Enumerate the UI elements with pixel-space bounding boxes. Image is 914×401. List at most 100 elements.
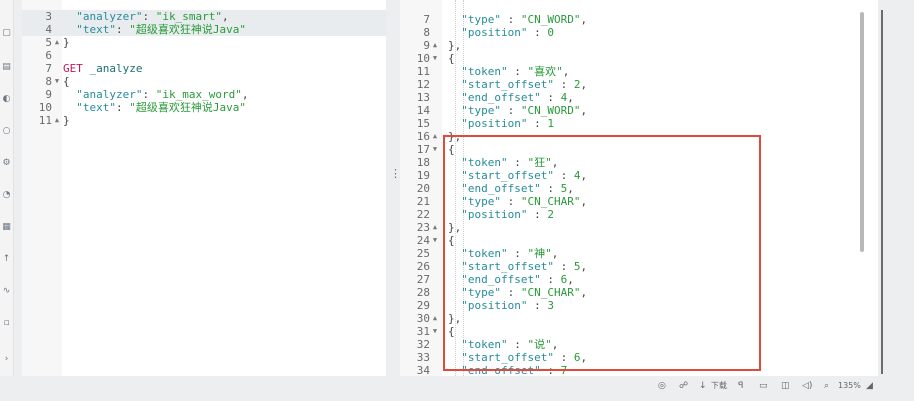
code-line[interactable]: 18 "token" : "狂", — [400, 156, 878, 169]
code-line[interactable]: 28 "type" : "CN_CHAR", — [400, 286, 878, 299]
zoom-level[interactable]: 135% — [838, 379, 861, 393]
response-viewer[interactable]: 7 "type" : "CN_WORD", 8 "position" : 0 9 ▲}… — [400, 0, 878, 376]
code-line[interactable]: 19 "start_offset" : 4, — [400, 169, 878, 182]
code-line[interactable]: 16 ▲}, — [400, 130, 878, 143]
code-token: , — [580, 104, 588, 117]
fold-toggle-icon[interactable]: ▲ — [431, 39, 439, 52]
line-number: 19 — [416, 169, 430, 182]
code-token: : — [116, 23, 130, 36]
sidebar-icon[interactable]: ◔ — [1, 190, 12, 200]
code-line[interactable]: 11 ▲} — [22, 114, 386, 127]
code-line[interactable]: 6 — [22, 49, 386, 62]
code-line[interactable]: 11 "token" : "喜欢", — [400, 65, 878, 78]
code-line[interactable]: 13 "end_offset" : 4, — [400, 91, 878, 104]
sidebar-icon[interactable]: ▫ — [1, 318, 12, 328]
code-token: }, — [448, 221, 462, 234]
fold-toggle-icon[interactable]: ▲ — [431, 221, 439, 234]
expand-arrow-icon[interactable]: › — [1, 354, 12, 364]
code-token: "text" — [76, 101, 116, 114]
fold-toggle-icon[interactable]: ▲ — [431, 312, 439, 325]
code-line[interactable]: 15 "position" : 1 — [400, 117, 878, 130]
code-token: , — [580, 351, 588, 364]
sidebar-icon[interactable]: ↑ — [1, 254, 12, 264]
line-number: 28 — [416, 286, 430, 299]
sidebar-icon[interactable]: ▢ — [1, 28, 12, 38]
fold-toggle-icon[interactable]: ▲ — [53, 36, 61, 49]
code-line[interactable]: 8 "position" : 0 — [400, 26, 878, 39]
code-line[interactable]: 23 ▲}, — [400, 221, 878, 234]
code-line[interactable]: 5 ▲} — [22, 36, 386, 49]
code-line[interactable]: 24 ▼ { — [400, 234, 878, 247]
sidebar-icon[interactable]: ⚙ — [1, 158, 12, 168]
code-line[interactable]: 21 "type" : "CN_CHAR", — [400, 195, 878, 208]
code-token: 2 — [547, 208, 554, 221]
code-token: : — [553, 351, 574, 364]
download-label[interactable]: 下载 — [711, 379, 727, 393]
fold-toggle-icon[interactable]: ▼ — [53, 75, 61, 88]
pip-icon[interactable]: ◫ — [781, 379, 790, 393]
code-line[interactable]: 32 "token" : "说", — [400, 338, 878, 351]
fold-toggle-icon[interactable]: ▲ — [53, 114, 61, 127]
code-token: : — [142, 10, 156, 23]
fold-toggle-icon[interactable]: ▼ — [431, 234, 439, 247]
code-text: "token" : "狂", — [448, 156, 558, 169]
code-line[interactable]: 17 ▼ { — [400, 143, 878, 156]
code-line[interactable]: 20 "end_offset" : 5, — [400, 182, 878, 195]
code-token: 0 — [547, 26, 554, 39]
sidebar-icon[interactable]: ▦ — [1, 222, 12, 232]
code-line[interactable]: 26 "start_offset" : 5, — [400, 260, 878, 273]
subtitle-icon[interactable]: ꟼ — [738, 379, 743, 393]
code-line[interactable]: 3 "analyzer": "ik_smart", — [22, 10, 386, 23]
code-token: : — [527, 117, 548, 130]
sidebar-icon[interactable]: ◐ — [1, 94, 12, 104]
response-scrollbar[interactable] — [860, 12, 864, 252]
sidebar-icon[interactable]: ▤ — [1, 62, 12, 72]
pane-splitter[interactable] — [386, 0, 400, 376]
code-line[interactable]: 7 GET _analyze — [22, 62, 386, 75]
code-line[interactable]: 31 ▼ { — [400, 325, 878, 338]
code-line[interactable]: 30 ▲}, — [400, 312, 878, 325]
fold-toggle-icon[interactable]: ▼ — [431, 52, 439, 65]
window-icon[interactable]: ▭ — [759, 379, 768, 393]
code-line[interactable]: 29 "position" : 3 — [400, 299, 878, 312]
fold-toggle-icon[interactable]: ▲ — [431, 130, 439, 143]
code-line[interactable]: 22 "position" : 2 — [400, 208, 878, 221]
resize-handle-icon[interactable]: ◢ — [866, 379, 873, 393]
code-line[interactable]: 7 "type" : "CN_WORD", — [400, 13, 878, 26]
code-token: , — [567, 182, 574, 195]
fold-toggle-icon[interactable]: ▼ — [431, 325, 439, 338]
code-line[interactable]: 10 "text": "超级喜欢狂神说Java" — [22, 101, 386, 114]
screenshot-icon[interactable]: ◎ — [658, 379, 666, 393]
request-editor[interactable]: 3 "analyzer": "ik_smart", 4 "text": "超级喜欢… — [22, 0, 386, 376]
fold-toggle-icon[interactable]: ▼ — [431, 143, 439, 156]
volume-icon[interactable]: ◁) — [802, 379, 812, 393]
code-line[interactable]: 9 ▲}, — [400, 39, 878, 52]
code-line[interactable]: 25 "token" : "神", — [400, 247, 878, 260]
code-line[interactable]: 4 "text": "超级喜欢狂神说Java" — [22, 23, 386, 36]
code-line[interactable]: 12 "start_offset" : 2, — [400, 78, 878, 91]
code-line[interactable]: 27 "end_offset" : 6, — [400, 273, 878, 286]
code-line[interactable]: 10 ▼ { — [400, 52, 878, 65]
line-number: 13 — [416, 91, 430, 104]
app-sidebar: ▢ ▤ ◐ ○ ⚙ ◔ ▦ ↑ ∿ ▫ › — [0, 0, 14, 401]
code-token: : — [501, 286, 521, 299]
code-text: { — [448, 52, 455, 65]
code-line[interactable]: 9 "analyzer": "ik_max_word", — [22, 88, 386, 101]
code-token: "狂" — [527, 156, 552, 169]
zoom-icon[interactable]: ⌕ — [824, 379, 829, 393]
sidebar-icon[interactable]: ○ — [1, 126, 12, 136]
line-number: 25 — [416, 247, 430, 260]
download-arrow-icon[interactable]: ↓ — [699, 379, 707, 393]
player-progress-bar[interactable] — [881, 10, 883, 374]
code-line[interactable]: 33 "start_offset" : 6, — [400, 351, 878, 364]
pin-icon[interactable]: ☍ — [679, 379, 688, 393]
code-line[interactable]: 8 ▼{ — [22, 75, 386, 88]
line-number: 16 — [416, 130, 430, 143]
sidebar-icon[interactable]: ∿ — [1, 286, 12, 296]
code-line[interactable]: 14 "type" : "CN_WORD", — [400, 104, 878, 117]
code-line[interactable]: 34 "end_offset" : 7 — [400, 364, 878, 376]
